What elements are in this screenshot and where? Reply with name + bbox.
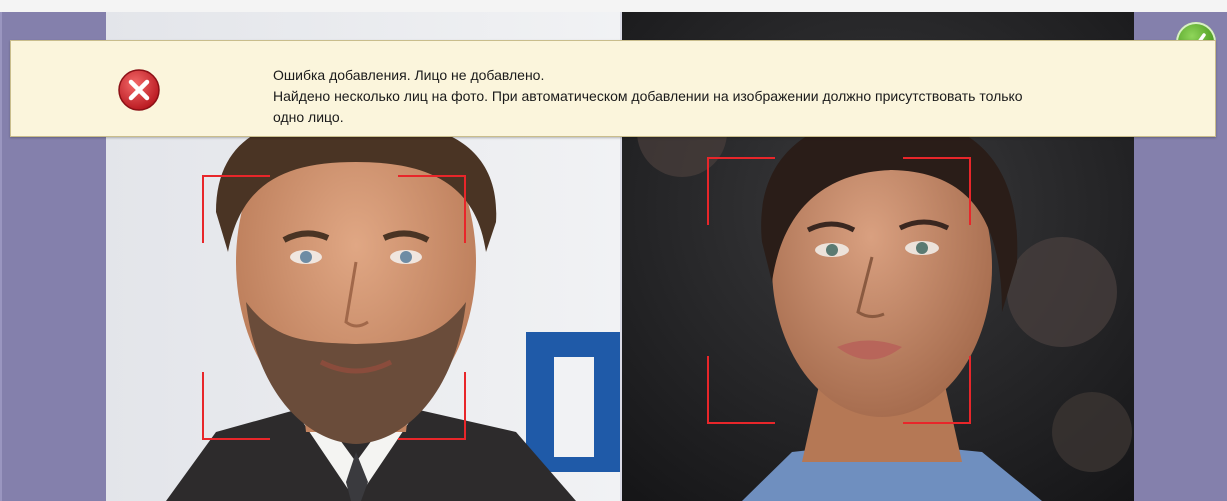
face-frame-corner-bl	[707, 356, 775, 424]
top-bar	[0, 0, 1227, 12]
left-edge	[0, 12, 2, 501]
face-frame-corner-bl	[202, 372, 270, 440]
face-frame-corner-tr	[398, 175, 466, 243]
face-frame-corner-tl	[707, 157, 775, 225]
face-frame-corner-br	[398, 372, 466, 440]
error-icon	[117, 68, 161, 112]
error-alert: Ошибка добавления. Лицо не добавлено. На…	[10, 40, 1216, 137]
alert-title: Ошибка добавления. Лицо не добавлено.	[273, 67, 545, 83]
alert-message-line2: одно лицо.	[273, 109, 344, 125]
alert-message-line1: Найдено несколько лиц на фото. При автом…	[273, 88, 1023, 104]
face-frame-corner-tr	[903, 157, 971, 225]
face-frame-corner-br	[903, 356, 971, 424]
alert-message: Ошибка добавления. Лицо не добавлено. На…	[273, 65, 1208, 128]
face-frame-corner-tl	[202, 175, 270, 243]
